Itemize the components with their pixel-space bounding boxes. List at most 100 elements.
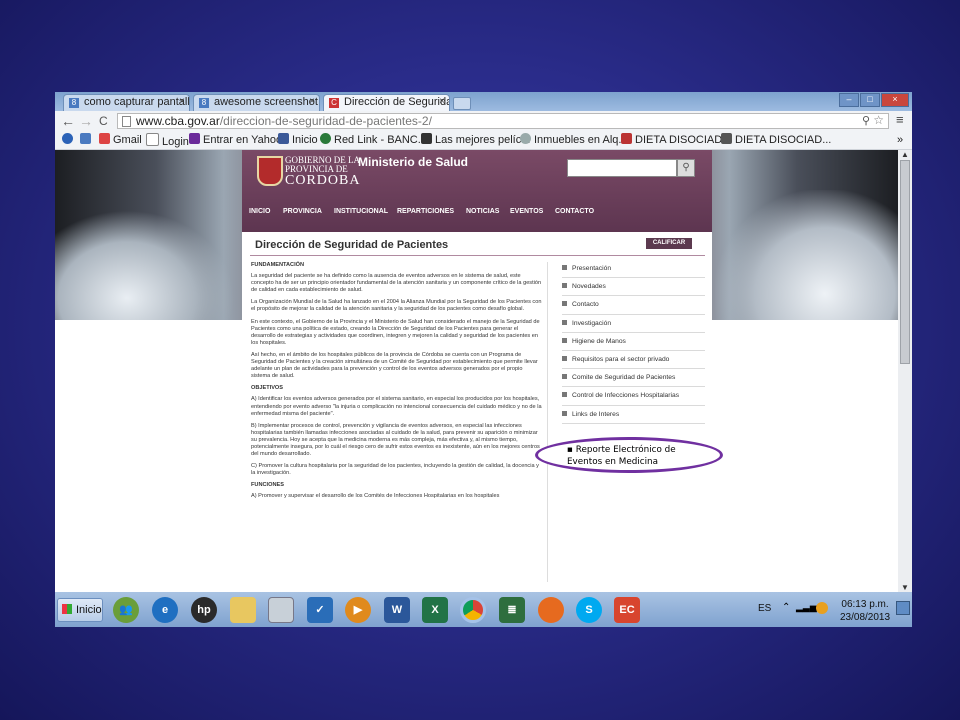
column-divider xyxy=(547,262,548,582)
nav-institucional[interactable]: INSTITUCIONAL xyxy=(334,208,388,215)
side-menu-contacto[interactable]: Contacto xyxy=(562,296,705,315)
yahoo-icon xyxy=(189,133,200,144)
maximize-icon[interactable]: □ xyxy=(860,93,880,107)
address-bar[interactable]: www.cba.gov.ar/direccion-de-seguridad-de… xyxy=(117,113,889,129)
red-link-icon xyxy=(320,133,331,144)
side-menu-presentacion[interactable]: Presentación xyxy=(562,260,705,279)
tab-direccion-seguridad[interactable]: C Dirección de Segurida × xyxy=(323,94,450,111)
bookmark-dieta-1[interactable]: DIETA DISOCIAD... xyxy=(621,133,731,147)
browser-toolbar: ← → C www.cba.gov.ar/direccion-de-seguri… xyxy=(55,111,912,131)
bookmark-peliculas[interactable]: Las mejores pelíc... xyxy=(421,133,530,147)
bookmark-inicio[interactable]: Inicio xyxy=(278,133,318,147)
folder-icon[interactable] xyxy=(230,597,256,623)
snowy-trees-image xyxy=(55,210,235,320)
url-host: www.cba.gov.ar xyxy=(136,114,220,128)
document-icon[interactable]: ≣ xyxy=(499,597,525,623)
chrome-menu-icon[interactable]: ≡ xyxy=(896,113,908,127)
close-window-icon[interactable]: × xyxy=(881,93,909,107)
site-nav: INICIO PROVINCIA INSTITUCIONAL REPARTICI… xyxy=(242,206,712,220)
paragraph: En este contexto, el Gobierno de la Prov… xyxy=(251,318,540,346)
site-search-button[interactable]: ⚲ xyxy=(677,159,695,177)
side-menu-novedades[interactable]: Novedades xyxy=(562,278,705,297)
tab-awesome-screenshot[interactable]: 8 awesome screenshot c × xyxy=(193,94,320,111)
paragraph: La seguridad del paciente se ha definido… xyxy=(251,273,542,294)
bookmarks-more-icon[interactable]: » xyxy=(897,133,903,147)
clock[interactable]: 06:13 p.m. 23/08/2013 xyxy=(840,598,890,624)
bookmark-login[interactable]: Login xyxy=(146,133,189,149)
screenshot-screen: 8 como capturar pantall × 8 awesome scre… xyxy=(55,92,912,627)
search-icon[interactable]: ⚲ xyxy=(862,114,870,128)
bookmark-inmuebles[interactable]: Inmuebles en Alq... xyxy=(520,133,628,147)
scroll-up-icon[interactable]: ▲ xyxy=(901,150,909,159)
ie-icon[interactable]: e xyxy=(152,597,178,623)
side-menu-investigacion[interactable]: Investigación xyxy=(562,315,705,333)
users-icon[interactable]: 👥 xyxy=(113,597,139,623)
ec-icon[interactable]: EC xyxy=(614,597,640,623)
title-divider xyxy=(250,255,705,256)
nav-provincia[interactable]: PROVINCIA xyxy=(283,208,322,215)
nav-noticias[interactable]: NOTICIAS xyxy=(466,208,499,215)
bookmark-yahoo[interactable]: Entrar en Yahoo! xyxy=(189,133,285,147)
government-logo[interactable]: GOBIERNO DE LA PROVINCIA DE CORDOBA xyxy=(285,156,360,188)
signal-icon[interactable]: ▂▃▅ xyxy=(796,602,817,613)
nav-inicio[interactable]: INICIO xyxy=(249,208,270,215)
hp-icon[interactable]: hp xyxy=(191,597,217,623)
bookmark-red-link[interactable]: Red Link - BANC... xyxy=(320,133,427,147)
paragraph: A) Promover y supervisar el desarrollo d… xyxy=(251,493,500,500)
bookmark-star-icon[interactable]: ☆ xyxy=(873,113,884,127)
skype-icon[interactable]: S xyxy=(576,597,602,623)
scroll-down-icon[interactable]: ▼ xyxy=(901,583,909,592)
minimize-icon[interactable]: – xyxy=(839,93,859,107)
start-button[interactable]: Inicio xyxy=(57,598,103,622)
close-tab-icon[interactable]: × xyxy=(309,96,315,107)
nav-contacto[interactable]: CONTACTO xyxy=(555,208,594,215)
cordoba-shield-icon xyxy=(257,156,283,186)
excel-icon[interactable]: X xyxy=(422,597,448,623)
side-menu-links[interactable]: Links de Interes xyxy=(562,406,705,424)
chrome-bookmark-icon[interactable] xyxy=(62,133,76,147)
side-menu-requisitos[interactable]: Requisitos para el sector privado xyxy=(562,351,705,370)
calificar-button[interactable]: CALIFICAR xyxy=(646,238,692,249)
page-scrollbar[interactable]: ▲ ▼ xyxy=(898,150,912,592)
close-tab-icon[interactable]: × xyxy=(439,96,445,107)
section-heading: OBJETIVOS xyxy=(251,385,284,392)
tab-label: como capturar pantall xyxy=(84,96,190,108)
show-hidden-icons-icon[interactable]: ⌃ xyxy=(782,602,790,613)
chart-icon[interactable]: ✓ xyxy=(307,597,333,623)
system-tray: ES ⌃ ▂▃▅ 06:13 p.m. 23/08/2013 xyxy=(750,592,912,627)
bookmarks-bar: Gmail Login Entrar en Yahoo! Inicio Red … xyxy=(55,131,912,150)
scrollbar-thumb[interactable] xyxy=(900,160,910,364)
site-search-input[interactable] xyxy=(567,159,677,177)
language-indicator[interactable]: ES xyxy=(758,603,771,614)
nav-eventos[interactable]: EVENTOS xyxy=(510,208,543,215)
show-desktop-icon[interactable] xyxy=(896,601,910,615)
bookmark-dieta-2[interactable]: DIETA DISOCIAD... xyxy=(721,133,831,147)
forward-icon[interactable]: → xyxy=(79,113,93,129)
page-icon xyxy=(146,133,159,146)
windows-logo-icon xyxy=(62,604,72,614)
dieta-icon xyxy=(621,133,632,144)
tab-label: Dirección de Segurida xyxy=(344,96,450,108)
chrome-icon[interactable] xyxy=(460,597,486,623)
back-icon[interactable]: ← xyxy=(61,113,75,129)
word-icon[interactable]: W xyxy=(384,597,410,623)
side-menu-control[interactable]: Control de Infecciones Hospitalarias xyxy=(562,387,705,406)
side-menu-higiene[interactable]: Higiene de Manos xyxy=(562,333,705,351)
content-panel: Dirección de Seguridad de Pacientes CALI… xyxy=(242,232,712,592)
new-tab-button[interactable] xyxy=(453,97,471,110)
tab-como-capturar[interactable]: 8 como capturar pantall × xyxy=(63,94,190,111)
firefox-icon[interactable] xyxy=(538,597,564,623)
google-bookmark-icon[interactable] xyxy=(80,133,94,147)
windows-taskbar: Inicio 👥 e hp ✓ ▶ W X ≣ S EC ES ⌃ ▂▃▅ 06… xyxy=(55,592,912,627)
media-icon[interactable]: ▶ xyxy=(345,597,371,623)
reload-icon[interactable]: C xyxy=(99,113,108,129)
nav-reparticiones[interactable]: REPARTICIONES xyxy=(397,208,454,215)
bookmark-gmail[interactable]: Gmail xyxy=(99,133,142,147)
paragraph: A) Identificar los eventos adversos gene… xyxy=(251,396,542,417)
side-menu-comite[interactable]: Comite de Seguridad de Pacientes xyxy=(562,369,705,388)
google-favicon-icon: 8 xyxy=(69,98,79,108)
window-controls: – □ × xyxy=(839,93,909,107)
close-tab-icon[interactable]: × xyxy=(179,96,185,107)
calculator-icon[interactable] xyxy=(268,597,294,623)
volume-icon[interactable] xyxy=(816,602,828,614)
